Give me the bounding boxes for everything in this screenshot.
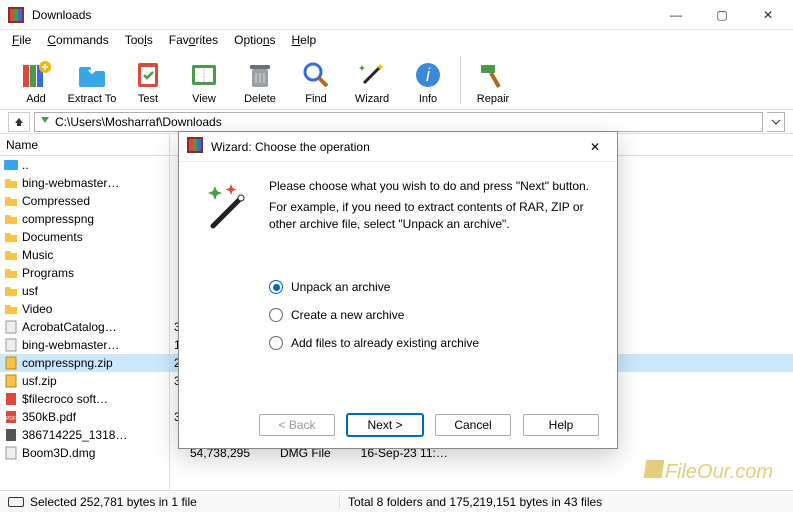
app-icon [8,7,24,23]
path-input[interactable]: C:\Users\Mosharraf\Downloads [34,112,763,132]
close-button[interactable]: ✕ [745,0,791,30]
statusbar: Selected 252,781 bytes in 1 file Total 8… [0,490,793,512]
list-item[interactable]: Compressed [0,192,169,210]
tool-add[interactable]: Add [8,54,64,109]
zip-icon [4,356,18,370]
wizard-dialog: Wizard: Choose the operation ✕ Please ch… [178,131,618,449]
list-item[interactable]: $filecroco soft… [0,390,169,408]
list-item[interactable]: bing-webmaster… [0,336,169,354]
file-icon [4,392,18,406]
minimize-button[interactable]: — [653,0,699,30]
tool-view[interactable]: View [176,54,232,109]
toolbar: Add Extract To Test View Delete Find Wiz… [0,50,793,110]
menu-favorites[interactable]: Favorites [161,31,226,49]
menu-help[interactable]: Help [284,31,325,49]
drive-icon [4,158,18,172]
radio-icon [269,336,283,350]
hammer-icon [477,59,509,91]
list-item[interactable]: Programs [0,264,169,282]
list-item[interactable]: Video [0,300,169,318]
list-item[interactable]: 386714225_1318… [0,426,169,444]
tool-info[interactable]: i Info [400,54,456,109]
wizard-title: Wizard: Choose the operation [211,140,573,154]
menu-options[interactable]: Options [226,31,283,49]
toolbar-separator [460,56,461,104]
titlebar: Downloads — ▢ ✕ [0,0,793,30]
extract-folder-icon [76,59,108,91]
info-icon: i [412,59,444,91]
magnifier-icon [300,59,332,91]
radio-add[interactable]: Add files to already existing archive [269,336,599,350]
tool-delete[interactable]: Delete [232,54,288,109]
dmg-icon [4,446,18,460]
zip-icon [4,374,18,388]
folder-icon [4,230,18,244]
tool-repair[interactable]: Repair [465,54,521,109]
folder-icon [4,284,18,298]
folder-icon [4,176,18,190]
file-icon [4,338,18,352]
column-header-name[interactable]: Name [0,134,169,156]
trash-icon [244,59,276,91]
help-button[interactable]: Help [523,414,599,436]
list-item[interactable]: PDF350kB.pdf [0,408,169,426]
app-icon [187,137,203,156]
list-item[interactable]: usf [0,282,169,300]
file-icon [4,320,18,334]
menu-tools[interactable]: Tools [117,31,161,49]
list-item[interactable]: Music [0,246,169,264]
menubar: File Commands Tools Favorites Options He… [0,30,793,50]
disk-icon [8,497,24,507]
list-item[interactable]: compresspng.zip [0,354,169,372]
folder-icon [4,212,18,226]
folder-icon [4,266,18,280]
folder-icon [4,248,18,262]
back-button: < Back [259,414,335,436]
video-icon [4,428,18,442]
wand-icon [356,59,388,91]
list-item[interactable]: .. [0,156,169,174]
svg-text:PDF: PDF [6,416,16,422]
radio-icon [269,280,283,294]
path-text: C:\Users\Mosharraf\Downloads [55,115,222,129]
maximize-button[interactable]: ▢ [699,0,745,30]
radio-create[interactable]: Create a new archive [269,308,599,322]
tool-wizard[interactable]: Wizard [344,54,400,109]
menu-commands[interactable]: Commands [39,31,116,49]
wizard-text: Please choose what you wish to do and pr… [269,178,599,195]
pdf-icon: PDF [4,410,18,424]
wizard-text: For example, if you need to extract cont… [269,199,599,233]
tool-test[interactable]: Test [120,54,176,109]
wizard-titlebar[interactable]: Wizard: Choose the operation ✕ [179,132,617,162]
list-item[interactable]: usf.zip [0,372,169,390]
folder-icon [4,302,18,316]
menu-file[interactable]: File [4,31,39,49]
book-open-icon [188,59,220,91]
list-item[interactable]: Boom3D.dmg [0,444,169,462]
down-arrow-icon [39,114,51,129]
tool-find[interactable]: Find [288,54,344,109]
status-selected: Selected 252,781 bytes in 1 file [30,495,197,509]
tool-extract[interactable]: Extract To [64,54,120,109]
books-plus-icon [20,59,52,91]
clipboard-check-icon [132,59,164,91]
list-item[interactable]: Documents [0,228,169,246]
next-button[interactable]: Next > [347,414,423,436]
list-item[interactable]: bing-webmaster… [0,174,169,192]
path-dropdown[interactable] [767,112,785,132]
wizard-close-button[interactable]: ✕ [581,132,609,162]
folder-icon [4,194,18,208]
list-item[interactable]: AcrobatCatalog… [0,318,169,336]
list-item[interactable]: compresspng [0,210,169,228]
window-title: Downloads [32,8,653,22]
up-button[interactable] [8,112,30,132]
wizard-image [197,178,257,402]
cancel-button[interactable]: Cancel [435,414,511,436]
radio-icon [269,308,283,322]
status-total: Total 8 folders and 175,219,151 bytes in… [348,495,602,509]
radio-unpack[interactable]: Unpack an archive [269,280,599,294]
